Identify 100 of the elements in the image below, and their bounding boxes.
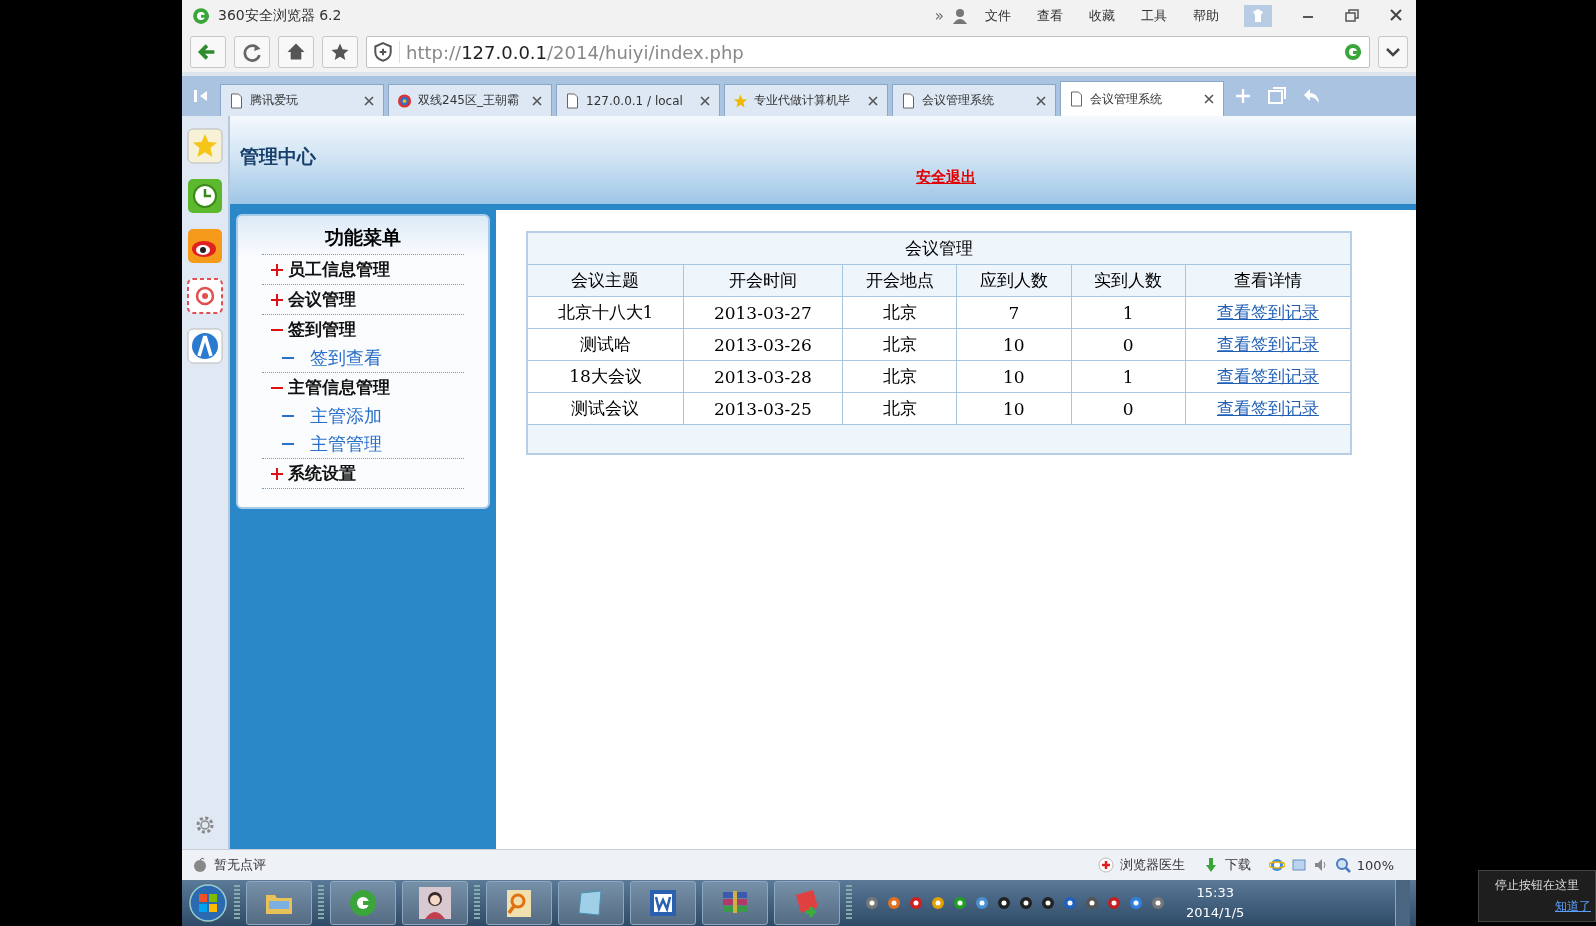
table-cell: 18大会议 [527,360,684,393]
window-title: 360安全浏览器 6.2 [218,7,342,25]
table-cell: 北京 [842,360,957,393]
submenu-link[interactable]: 主管管理 [310,432,382,456]
tray-icon[interactable] [1084,895,1100,911]
menu-item[interactable]: 收藏 [1089,7,1115,25]
browser-tab[interactable]: 会议管理系统 [1060,81,1224,116]
close-icon[interactable] [531,94,543,107]
table-cell: 1 [1071,360,1186,393]
menu-item[interactable]: 主管信息管理 [262,373,464,402]
submenu-link[interactable]: 签到查看 [310,346,382,370]
table-cell: 测试哈 [527,328,684,361]
close-icon[interactable] [1035,94,1047,107]
tray-icon[interactable] [908,895,924,911]
user-icon[interactable] [952,8,968,24]
table-cell: 2013-03-27 [683,296,843,329]
clock[interactable]: 15:33 2014/1/5 [1186,883,1245,923]
taskbar-app[interactable] [246,881,312,925]
tray-icon[interactable] [864,895,880,911]
close-icon[interactable] [867,94,879,107]
browser-logo-icon [192,7,210,25]
browser-tab[interactable]: 双线245区_王朝霸 [388,84,552,116]
zoom-icon[interactable] [1334,857,1351,873]
expand-icon[interactable] [270,292,284,307]
taskbar-app[interactable] [486,881,552,925]
tray-icon[interactable] [952,895,968,911]
table-cell: 北京 [842,296,957,329]
expand-icon[interactable] [270,262,284,277]
menu-item[interactable]: 文件 [985,7,1011,25]
tray-icon[interactable] [996,895,1012,911]
table-cell: 2013-03-25 [683,392,843,425]
table-cell: 北京 [842,392,957,425]
browser-tab[interactable]: 127.0.0.1 / local [556,84,720,116]
refresh-icon[interactable] [234,36,270,68]
close-icon[interactable] [699,94,711,107]
first-aid-icon[interactable] [1097,857,1114,873]
table-cell: 1 [1071,296,1186,329]
tray-icon[interactable] [930,895,946,911]
avatar-icon [419,887,451,919]
submenu-link[interactable]: 主管添加 [310,404,382,428]
clock-icon[interactable] [187,178,223,214]
back-icon[interactable] [190,36,226,68]
tray-icon[interactable] [1018,895,1034,911]
menu-item[interactable]: 签到管理 [262,315,464,344]
browser-tab[interactable]: 会议管理系统 [892,84,1056,116]
more-menu-button[interactable]: » [934,7,944,25]
expand-icon[interactable] [270,466,284,481]
menu-item[interactable]: 会议管理 [262,285,464,314]
menu-item[interactable]: 员工信息管理 [262,255,464,284]
browser-tab[interactable]: 专业代做计算机毕 [724,84,888,116]
column-header: 开会时间 [683,264,843,297]
taskbar-app[interactable] [330,881,396,925]
home-icon[interactable] [278,36,314,68]
speaker-icon[interactable] [1312,857,1329,873]
download-link[interactable]: 下载 [1224,856,1251,874]
column-header: 开会地点 [842,264,957,297]
dropdown-icon[interactable] [1378,36,1408,68]
tray-icon[interactable] [1062,895,1078,911]
table-cell: 10 [956,328,1072,361]
menu-item[interactable]: 系统设置 [262,459,464,488]
browser-tab[interactable]: 腾讯爱玩 [220,84,384,116]
tray-icon[interactable] [1128,895,1144,911]
table-cell: 北京十八大1 [527,296,684,329]
taskbar-app[interactable] [702,881,768,925]
tooltip-text: 停止按钮在这里 [1495,877,1579,894]
tray-icon[interactable] [1040,895,1056,911]
close-icon[interactable] [363,94,375,107]
zoom-level[interactable]: 100% [1356,857,1394,873]
rating-text[interactable]: 暂无点评 [214,856,266,874]
close-icon[interactable] [1203,93,1215,105]
tray-icon[interactable] [1106,895,1122,911]
ie-icon[interactable] [1268,857,1285,873]
app-icon[interactable] [187,328,223,364]
column-header: 会议主题 [527,264,684,297]
menu-title: 功能菜单 [324,225,402,250]
tray-icon[interactable] [886,895,902,911]
column-header: 应到人数 [956,264,1072,297]
table-cell: 北京 [842,328,957,361]
page-icon [901,92,916,109]
eye-icon[interactable] [187,228,223,264]
tray-icon[interactable] [974,895,990,911]
page-icon [1069,91,1084,107]
tray-icon[interactable] [1150,895,1166,911]
menu-item[interactable]: 工具 [1141,7,1167,25]
table-cell: 2013-03-28 [683,360,843,393]
menu-item[interactable]: 帮助 [1193,7,1219,25]
menu-item[interactable]: 查看 [1037,7,1063,25]
document-icon [647,887,679,919]
taskbar-app[interactable] [630,881,696,925]
taskbar-app[interactable] [558,881,624,925]
browser-doctor-link[interactable]: 浏览器医生 [1119,856,1185,874]
browser-mode-icon[interactable] [1343,42,1363,62]
page-icon [565,92,580,109]
page-title: 管理中心 [240,144,316,169]
start-icon[interactable] [188,883,228,923]
table-cell: 7 [956,296,1072,329]
taskbar-app[interactable] [402,881,468,925]
address-field[interactable]: http://127.0.0.1/2014/huiyi/index.php [366,36,1370,68]
dash-icon [282,356,294,360]
tooltip-link[interactable]: 知道了 [1555,898,1591,915]
